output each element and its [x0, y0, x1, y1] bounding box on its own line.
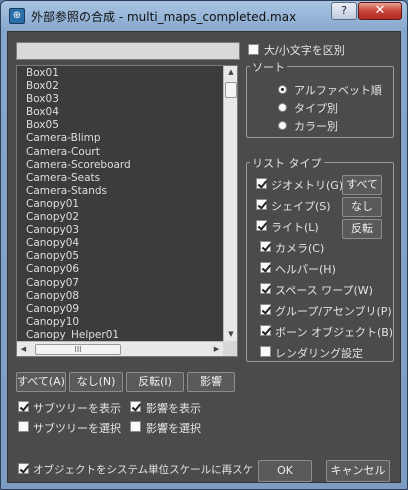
list-item[interactable]: Canopy08: [17, 290, 223, 303]
type-render-settings-label: レンダリング設定: [275, 347, 363, 360]
type-space-warps-label: スペース ワープ(W): [275, 284, 373, 297]
dialog-window: ⊕ 外部参照の合成 - multi_maps_completed.max ? ✕…: [0, 0, 408, 490]
sort-group-title: ソート: [250, 59, 287, 75]
list-item[interactable]: Canopy09: [17, 303, 223, 316]
select-subtree-label: サブツリーを選択: [33, 422, 121, 435]
types-none-button[interactable]: なし: [342, 197, 382, 217]
scroll-left-icon[interactable]: ◀: [17, 342, 30, 357]
list-types-group-title: リスト タイプ: [250, 155, 324, 171]
types-invert-button[interactable]: 反転: [342, 219, 382, 239]
list-item[interactable]: Camera-Court: [17, 146, 223, 159]
type-render-settings-checkbox[interactable]: [260, 346, 271, 357]
select-invert-button[interactable]: 反転(I): [126, 372, 184, 392]
sort-by-color-radio[interactable]: [278, 121, 287, 130]
list-item[interactable]: Canopy06: [17, 263, 223, 276]
display-influences-checkbox[interactable]: [130, 401, 141, 412]
scroll-up-icon[interactable]: ▲: [224, 66, 238, 79]
list-item[interactable]: Box05: [17, 119, 223, 132]
select-subtree-checkbox[interactable]: [18, 421, 29, 432]
ok-button[interactable]: OK: [258, 460, 312, 482]
sort-by-color-label: カラー別: [294, 120, 338, 133]
list-item[interactable]: Canopy05: [17, 250, 223, 263]
select-all-button[interactable]: すべて(A): [16, 372, 66, 392]
display-subtree-checkbox[interactable]: [18, 401, 29, 412]
scroll-right-icon[interactable]: ▶: [210, 342, 223, 357]
list-item[interactable]: Camera-Seats: [17, 172, 223, 185]
list-item[interactable]: Camera-Blimp: [17, 132, 223, 145]
influences-button[interactable]: 影響: [187, 372, 235, 392]
type-helpers-label: ヘルパー(H): [275, 263, 336, 276]
sort-by-type-radio[interactable]: [278, 103, 287, 112]
scroll-down-icon[interactable]: ▼: [224, 328, 238, 341]
type-space-warps-checkbox[interactable]: [260, 283, 271, 294]
type-lights-label: ライト(L): [271, 221, 319, 234]
type-cameras-label: カメラ(C): [275, 242, 325, 255]
type-shapes-label: シェイプ(S): [271, 200, 331, 213]
window-title: 外部参照の合成 - multi_maps_completed.max: [31, 10, 297, 24]
list-item[interactable]: Camera-Stands: [17, 185, 223, 198]
type-groups-checkbox[interactable]: [260, 304, 271, 315]
vertical-scroll-thumb[interactable]: [225, 82, 237, 98]
object-list[interactable]: Box01 Box02 Box03 Box04 Box05 Camera-Blimp Cam…: [16, 65, 238, 357]
horizontal-scroll-thumb[interactable]: III: [35, 344, 121, 355]
list-item[interactable]: Canopy10: [17, 316, 223, 329]
list-item[interactable]: Canopy01: [17, 198, 223, 211]
list-item[interactable]: Canopy07: [17, 277, 223, 290]
select-none-button[interactable]: なし(N): [69, 372, 123, 392]
type-groups-label: グループ/アセンブリ(P): [275, 305, 392, 318]
search-input[interactable]: [16, 42, 240, 60]
list-item[interactable]: Canopy_Helper01: [17, 329, 223, 340]
select-influences-label: 影響を選択: [146, 422, 201, 435]
scroll-corner: [223, 341, 237, 356]
type-cameras-checkbox[interactable]: [260, 241, 271, 252]
type-helpers-checkbox[interactable]: [260, 262, 271, 273]
display-subtree-label: サブツリーを表示: [33, 402, 121, 415]
object-list-items: Box01 Box02 Box03 Box04 Box05 Camera-Blimp Cam…: [17, 67, 223, 340]
type-bones-label: ボーン オブジェクト(B): [275, 326, 394, 339]
list-item[interactable]: Camera-Scoreboard: [17, 159, 223, 172]
list-item[interactable]: Box03: [17, 93, 223, 106]
dialog-body: Box01 Box02 Box03 Box04 Box05 Camera-Blimp Cam…: [7, 31, 401, 483]
display-influences-label: 影響を表示: [146, 402, 201, 415]
type-shapes-checkbox[interactable]: [256, 199, 267, 210]
select-influences-checkbox[interactable]: [130, 421, 141, 432]
type-geometry-checkbox[interactable]: [256, 178, 267, 189]
sort-alphabetical-radio[interactable]: [278, 85, 287, 94]
close-button[interactable]: ✕: [358, 2, 402, 20]
vertical-scrollbar[interactable]: ▲ ▼: [223, 66, 237, 341]
case-sensitive-checkbox[interactable]: [248, 44, 259, 55]
list-item[interactable]: Box02: [17, 80, 223, 93]
horizontal-scrollbar[interactable]: ◀ III ▶: [17, 341, 223, 356]
rescale-label: オブジェクトをシステム単位スケールに再スケ: [33, 464, 254, 476]
type-lights-checkbox[interactable]: [256, 220, 267, 231]
sort-by-type-label: タイプ別: [294, 102, 338, 115]
app-icon: ⊕: [9, 8, 25, 24]
cancel-button[interactable]: キャンセル: [326, 460, 390, 482]
list-item[interactable]: Box01: [17, 67, 223, 80]
list-item[interactable]: Canopy04: [17, 237, 223, 250]
sort-alphabetical-label: アルファベット順: [294, 84, 382, 97]
list-item[interactable]: Canopy03: [17, 224, 223, 237]
type-geometry-label: ジオメトリ(G): [271, 179, 344, 192]
rescale-checkbox[interactable]: [18, 463, 29, 474]
list-item[interactable]: Canopy02: [17, 211, 223, 224]
type-bones-checkbox[interactable]: [260, 325, 271, 336]
case-sensitive-label: 大/小文字を区別: [264, 44, 345, 57]
types-all-button[interactable]: すべて: [342, 175, 382, 195]
title-bar[interactable]: ⊕ 外部参照の合成 - multi_maps_completed.max ? ✕: [1, 1, 407, 31]
list-item[interactable]: Box04: [17, 106, 223, 119]
help-button[interactable]: ?: [331, 2, 357, 20]
